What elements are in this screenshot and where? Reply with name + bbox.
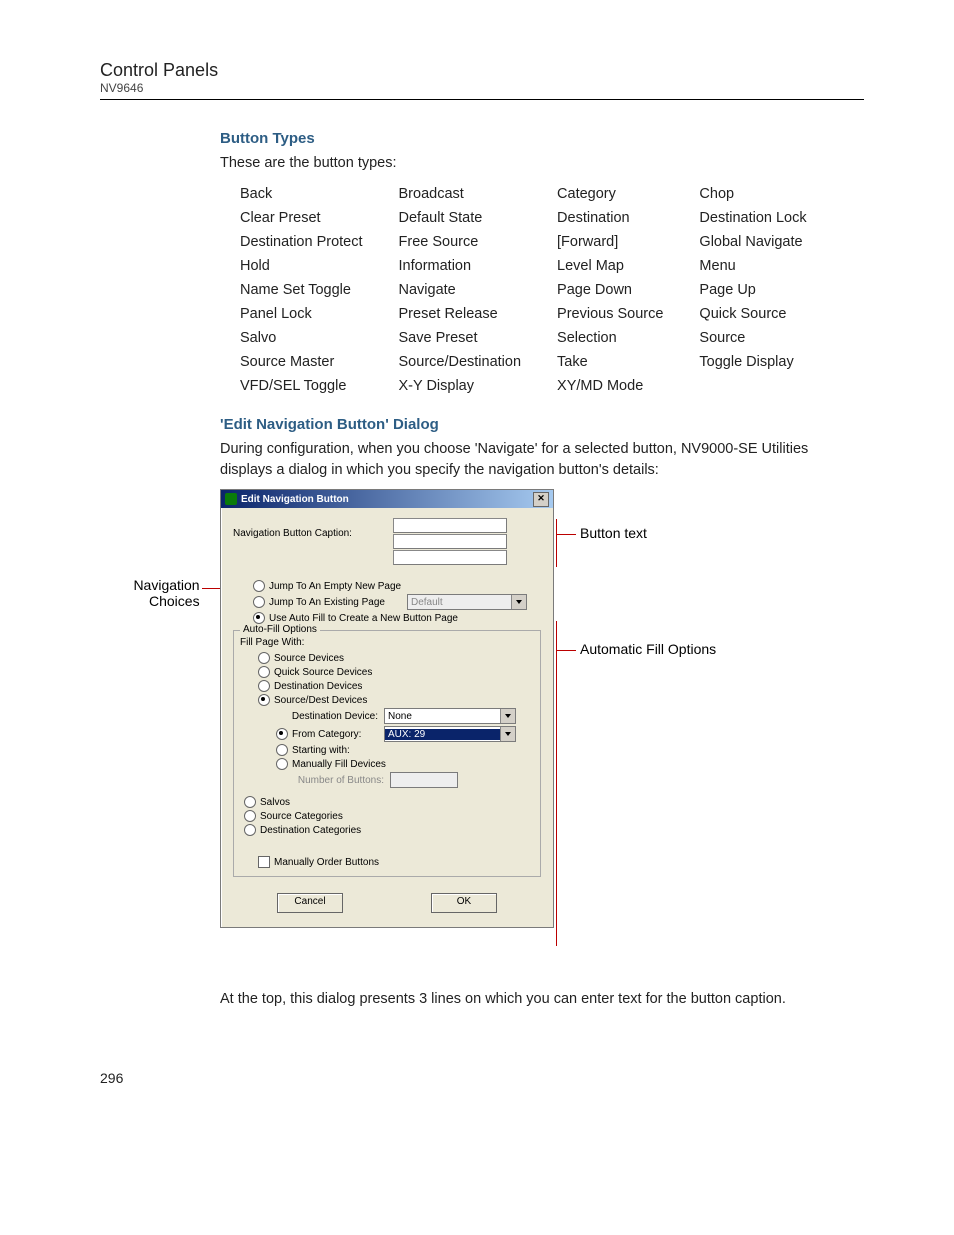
section-button-types-title: Button Types <box>220 130 864 147</box>
caption-label: Navigation Button Caption: <box>233 518 393 539</box>
label-source-categories: Source Categories <box>260 811 343 822</box>
label-starting-with: Starting with: <box>292 745 350 756</box>
dest-device-select[interactable]: None <box>384 708 516 724</box>
category-select[interactable]: AUX: 29 <box>384 726 516 742</box>
existing-page-select[interactable]: Default <box>407 594 527 610</box>
dialog-titlebar: Edit Navigation Button ✕ <box>221 490 553 508</box>
chevron-down-icon <box>500 727 515 741</box>
num-buttons-input[interactable] <box>390 772 458 788</box>
annotation-auto-fill: Automatic Fill Options <box>580 641 716 657</box>
ok-button[interactable]: OK <box>431 893 497 913</box>
label-quick-source: Quick Source Devices <box>274 667 372 678</box>
label-dest-categories: Destination Categories <box>260 825 361 836</box>
section-edit-nav-title: 'Edit Navigation Button' Dialog <box>220 416 864 433</box>
radio-jump-existing[interactable] <box>253 596 265 608</box>
app-icon <box>225 493 237 505</box>
label-manual-order: Manually Order Buttons <box>274 857 379 868</box>
caption-line-1[interactable] <box>393 518 507 533</box>
num-buttons-label: Number of Buttons: <box>276 775 390 786</box>
header-subtitle: NV9646 <box>100 81 864 95</box>
annotation-line <box>556 534 576 535</box>
label-manual-fill: Manually Fill Devices <box>292 759 386 770</box>
fill-page-label: Fill Page With: <box>240 637 534 648</box>
caption-line-2[interactable] <box>393 534 507 549</box>
label-source-devices: Source Devices <box>274 653 344 664</box>
page-number: 296 <box>100 1070 864 1086</box>
radio-jump-empty[interactable] <box>253 580 265 592</box>
annotation-button-text: Button text <box>580 525 647 541</box>
radio-quick-source[interactable] <box>258 666 270 678</box>
label-source-dest: Source/Dest Devices <box>274 695 367 706</box>
radio-auto-fill[interactable] <box>253 612 265 624</box>
radio-dest-devices[interactable] <box>258 680 270 692</box>
caption-line-3[interactable] <box>393 550 507 565</box>
label-jump-existing: Jump To An Existing Page <box>269 597 407 608</box>
radio-starting-with[interactable] <box>276 744 288 756</box>
radio-salvos[interactable] <box>244 796 256 808</box>
edit-navigation-dialog: Edit Navigation Button ✕ Navigation Butt… <box>220 489 554 928</box>
radio-manual-fill[interactable] <box>276 758 288 770</box>
cancel-button[interactable]: Cancel <box>277 893 343 913</box>
edit-nav-intro: During configuration, when you choose 'N… <box>220 439 864 481</box>
radio-from-category[interactable] <box>276 728 288 740</box>
close-icon[interactable]: ✕ <box>533 492 549 507</box>
annotation-line <box>556 621 557 946</box>
checkbox-manual-order[interactable] <box>258 856 270 868</box>
chevron-down-icon <box>500 709 515 723</box>
radio-source-devices[interactable] <box>258 652 270 664</box>
annotation-nav-choices: Navigation Choices <box>125 577 200 609</box>
annotation-line <box>556 650 576 651</box>
header-rule <box>100 99 864 100</box>
group-title: Auto-Fill Options <box>240 624 320 635</box>
auto-fill-group: Auto-Fill Options Fill Page With: Source… <box>233 630 541 877</box>
radio-dest-categories[interactable] <box>244 824 256 836</box>
label-dest-devices: Destination Devices <box>274 681 362 692</box>
button-types-intro: These are the button types: <box>220 153 864 174</box>
radio-source-dest[interactable] <box>258 694 270 706</box>
button-types-table: BackBroadcastCategoryChop Clear PresetDe… <box>240 182 843 398</box>
dest-device-label: Destination Device: <box>276 711 384 722</box>
dialog-title: Edit Navigation Button <box>241 494 533 505</box>
label-salvos: Salvos <box>260 797 290 808</box>
annotation-line <box>556 519 557 567</box>
header-title: Control Panels <box>100 60 864 81</box>
chevron-down-icon <box>511 595 526 609</box>
radio-source-categories[interactable] <box>244 810 256 822</box>
edit-nav-after-text: At the top, this dialog presents 3 lines… <box>220 989 864 1010</box>
label-auto-fill: Use Auto Fill to Create a New Button Pag… <box>269 613 458 624</box>
label-jump-empty: Jump To An Empty New Page <box>269 581 401 592</box>
label-from-category: From Category: <box>292 729 384 740</box>
